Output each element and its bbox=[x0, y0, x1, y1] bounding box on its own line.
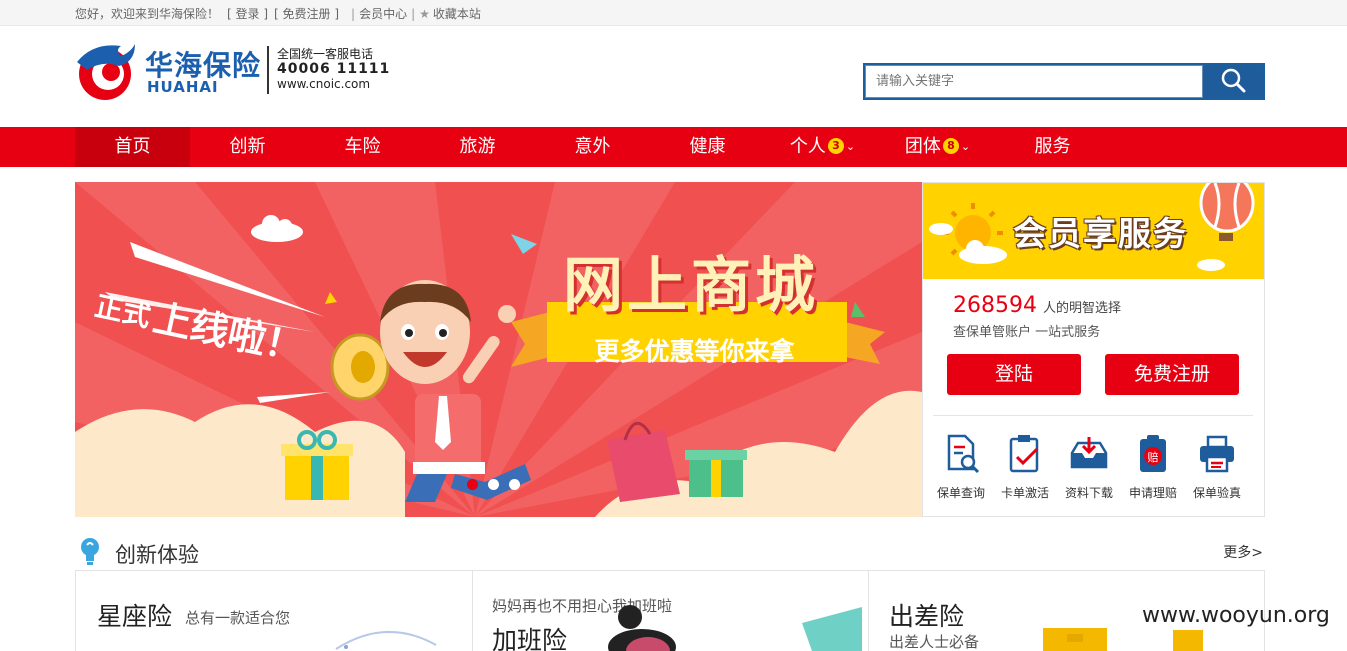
tool-label: 保单验真 bbox=[1192, 486, 1241, 500]
nav-item-personal[interactable]: 个人 3 ⌄ bbox=[765, 127, 880, 167]
hotline-label: 全国统一客服电话 bbox=[277, 47, 374, 61]
nav-item-label: 车险 bbox=[344, 136, 381, 157]
hotline-number: 40006 11111 bbox=[277, 61, 391, 77]
nav-item-label: 健康 bbox=[689, 136, 726, 157]
section-title: 创新体验 bbox=[115, 543, 199, 567]
logo-english-name: HUAHAI bbox=[147, 78, 219, 96]
tool-print-verify[interactable]: 保单验真 bbox=[1185, 433, 1249, 501]
card-illustration bbox=[1043, 628, 1203, 651]
search-input[interactable] bbox=[865, 65, 1203, 98]
member-count: 268594 bbox=[953, 293, 1037, 318]
card-title: 出差险 bbox=[889, 602, 965, 631]
login-button[interactable]: 登陆 bbox=[947, 354, 1081, 395]
logo-divider bbox=[267, 46, 269, 94]
nav-item-health[interactable]: 健康 bbox=[650, 127, 765, 167]
divider bbox=[933, 415, 1253, 416]
nav-item-group[interactable]: 团体 8 ⌄ bbox=[880, 127, 995, 167]
star-icon: ★ bbox=[419, 6, 430, 21]
search-button[interactable] bbox=[1203, 65, 1263, 98]
tool-label: 申请理赔 bbox=[1128, 486, 1177, 500]
login-link[interactable]: [ 登录 ] bbox=[227, 5, 268, 22]
register-button[interactable]: 免费注册 bbox=[1105, 354, 1239, 395]
banner-title: 网上商城 bbox=[563, 251, 819, 321]
bookmark-link[interactable]: 收藏本站 bbox=[433, 5, 481, 22]
card-illustration bbox=[608, 605, 862, 651]
top-bar: 您好，欢迎来到华海保险！ [ 登录 ] [ 免费注册 ] | 会员中心 | ★ … bbox=[0, 0, 1347, 26]
main-nav: 首页 创新 车险 旅游 意外 健康 个人 3 ⌄ 团体 8 ⌄ 服务 bbox=[0, 127, 1347, 167]
card-title: 星座险 bbox=[97, 602, 173, 631]
hero-banner[interactable]: 正式 上线啦！ 网上商城 更多优惠等你来拿 bbox=[75, 182, 922, 517]
section-header: 创新体验 更多> bbox=[75, 535, 1265, 571]
nav-item-label: 个人 bbox=[789, 136, 826, 157]
member-count-suffix: 人的明智选择 bbox=[1042, 301, 1121, 316]
claim-icon: 赔 bbox=[1140, 435, 1166, 472]
svg-text:赔: 赔 bbox=[1148, 450, 1159, 464]
nav-item-label: 服务 bbox=[1034, 136, 1071, 157]
nav-item-label: 团体 bbox=[904, 136, 941, 157]
separator: | bbox=[351, 6, 356, 21]
nav-item-travel[interactable]: 旅游 bbox=[420, 127, 535, 167]
member-tagline: 查保单管账户 一站式服务 bbox=[953, 325, 1101, 340]
product-cards: 星座险 总有一款适合您 妈妈再也不用担心我加班啦 加班险 出差险 出差人士必备 bbox=[75, 571, 1265, 651]
tool-download[interactable]: 资料下载 bbox=[1057, 433, 1121, 501]
print-verify-icon bbox=[1200, 435, 1234, 473]
nav-badge: 8 bbox=[942, 138, 959, 154]
carousel-dot[interactable] bbox=[488, 479, 499, 490]
nav-item-innovation[interactable]: 创新 bbox=[190, 127, 305, 167]
chevron-down-icon: ⌄ bbox=[960, 140, 971, 153]
banner-ribbon-text: 更多优惠等你来拿 bbox=[594, 337, 795, 366]
tool-label: 资料下载 bbox=[1064, 486, 1113, 500]
member-center-link[interactable]: 会员中心 bbox=[359, 5, 407, 22]
product-card[interactable]: 星座险 总有一款适合您 bbox=[76, 571, 473, 651]
member-header: 会员享服务 bbox=[923, 183, 1264, 279]
card-illustration bbox=[335, 630, 437, 650]
member-header-title: 会员享服务 bbox=[1013, 214, 1188, 253]
nav-item-label: 首页 bbox=[114, 136, 151, 157]
service-tools: 保单查询 卡单激活 资料下载 赔 申请理赔 保单验真 bbox=[929, 433, 1249, 501]
carousel-dots bbox=[467, 479, 520, 490]
card-subtitle: 总有一款适合您 bbox=[185, 609, 291, 627]
nav-item-label: 旅游 bbox=[459, 136, 496, 157]
tool-claim[interactable]: 赔 申请理赔 bbox=[1121, 433, 1185, 501]
nav-item-label: 创新 bbox=[229, 136, 266, 157]
website-text: www.cnoic.com bbox=[277, 77, 371, 91]
tool-label: 保单查询 bbox=[936, 486, 985, 500]
member-panel: 会员享服务 268594 人的明智选择 查保单管账户 一站式服务 登陆 免费注册 … bbox=[922, 182, 1265, 517]
separator: | bbox=[411, 6, 416, 21]
nav-item-service[interactable]: 服务 bbox=[995, 127, 1110, 167]
tool-label: 卡单激活 bbox=[1000, 486, 1049, 500]
card-subtitle: 出差人士必备 bbox=[889, 633, 980, 651]
watermark-text: www.wooyun.org bbox=[1142, 603, 1330, 628]
chevron-down-icon: ⌄ bbox=[845, 140, 856, 153]
search-icon bbox=[1221, 68, 1246, 93]
carousel-dot[interactable] bbox=[509, 479, 520, 490]
nav-item-label: 意外 bbox=[574, 136, 611, 157]
site-logo[interactable]: 华海保险 HUAHAI 全国统一客服电话 40006 11111 www.cno… bbox=[75, 38, 395, 102]
nav-item-home[interactable]: 首页 bbox=[75, 127, 190, 167]
hotline-block: 全国统一客服电话 40006 11111 www.cnoic.com bbox=[277, 47, 390, 92]
lightbulb-icon bbox=[81, 538, 99, 565]
carousel-dot[interactable] bbox=[467, 479, 478, 490]
search-box bbox=[863, 63, 1265, 100]
tool-policy-search[interactable]: 保单查询 bbox=[929, 433, 993, 501]
welcome-text: 您好，欢迎来到华海保险！ bbox=[75, 7, 220, 21]
tool-card-activate[interactable]: 卡单激活 bbox=[993, 433, 1057, 501]
download-icon bbox=[1070, 437, 1108, 469]
card-activate-icon bbox=[1009, 435, 1039, 473]
member-count-line: 268594 人的明智选择 bbox=[953, 293, 1121, 318]
register-link[interactable]: [ 免费注册 ] bbox=[274, 5, 339, 22]
product-card[interactable]: 妈妈再也不用担心我加班啦 加班险 bbox=[472, 571, 869, 651]
more-link[interactable]: 更多> bbox=[1223, 542, 1263, 562]
nav-item-accident[interactable]: 意外 bbox=[535, 127, 650, 167]
logo-mark-icon bbox=[77, 44, 135, 100]
nav-item-auto[interactable]: 车险 bbox=[305, 127, 420, 167]
nav-badge: 3 bbox=[827, 138, 844, 154]
policy-search-icon bbox=[947, 434, 980, 474]
card-title: 加班险 bbox=[492, 626, 568, 651]
